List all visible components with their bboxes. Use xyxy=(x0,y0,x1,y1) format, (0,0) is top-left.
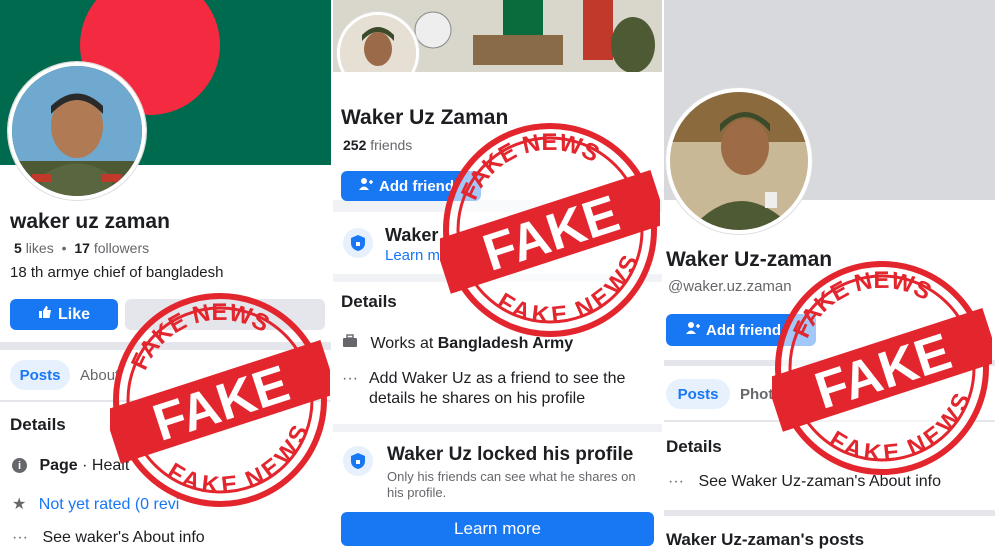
info-icon: i xyxy=(12,458,27,474)
shield-lock-icon xyxy=(343,446,373,476)
fake-news-stamp: FAKE NEWS FAKE NEWS FAKE xyxy=(772,258,992,478)
details-heading: Details xyxy=(341,292,397,311)
locked-desc: Only his friends can see what he shares … xyxy=(387,469,636,500)
about-info-link: See waker's About info xyxy=(42,529,205,546)
likes-label: likes xyxy=(25,240,54,256)
locked-banner-link[interactable]: Learn m xyxy=(385,247,440,264)
tab-posts[interactable]: Posts xyxy=(10,360,70,390)
locked-banner-title: Waker xyxy=(385,225,439,245)
add-friend-label: Add friend xyxy=(706,321,781,339)
followers-label: followers xyxy=(93,240,150,256)
profile-avatar[interactable] xyxy=(8,62,146,200)
like-thumb-icon xyxy=(38,305,52,324)
add-friend-icon xyxy=(686,321,700,339)
posts-divider xyxy=(664,510,995,516)
fake-news-stamp: FAKE NEWS FAKE NEWS FAKE xyxy=(440,120,660,340)
works-prefix: Works at xyxy=(370,335,438,352)
followers-count: 17 xyxy=(74,240,90,256)
like-button-label: Like xyxy=(57,305,90,323)
panel-divider xyxy=(662,0,664,560)
about-info-row[interactable]: ··· See waker's About info xyxy=(12,529,205,547)
likes-count: 5 xyxy=(14,240,22,256)
add-friend-note: Add Waker Uz as a friend to see the deta… xyxy=(369,370,626,407)
add-friend-icon xyxy=(359,177,373,195)
profile-name: waker uz zaman xyxy=(10,210,170,233)
more-dots-icon: ··· xyxy=(342,370,358,387)
friends-label: friends xyxy=(370,137,413,153)
details-heading: Details xyxy=(10,415,66,434)
profile-bio: 18 th armye chief of bangladesh xyxy=(10,264,224,281)
details-heading: Details xyxy=(666,437,722,456)
like-button[interactable]: Like xyxy=(10,299,118,330)
stamp-main-text: FAKE xyxy=(146,355,296,453)
locked-title: Waker Uz locked his profile xyxy=(387,444,634,465)
more-dots-icon: ··· xyxy=(668,473,684,490)
star-icon: ★ xyxy=(12,496,27,513)
friends-count: 252 xyxy=(343,137,367,153)
bullet: • xyxy=(61,240,67,256)
shield-lock-icon xyxy=(343,228,373,258)
page-label: Page xyxy=(39,457,78,474)
panel-divider xyxy=(331,0,333,560)
briefcase-icon xyxy=(342,334,362,352)
more-dots-icon: ··· xyxy=(12,529,28,546)
posts-heading: Waker Uz-zaman's posts xyxy=(666,530,865,549)
fake-news-stamp: FAKE NEWS FAKE NEWS FAKE xyxy=(110,290,330,510)
tab-posts[interactable]: Posts xyxy=(666,379,730,409)
profile-avatar[interactable] xyxy=(666,88,812,234)
friends-count-row: 252 friends xyxy=(343,137,412,153)
learn-more-button[interactable]: Learn more xyxy=(341,512,654,546)
likes-followers: 5 likes • 17 followers xyxy=(14,240,149,256)
